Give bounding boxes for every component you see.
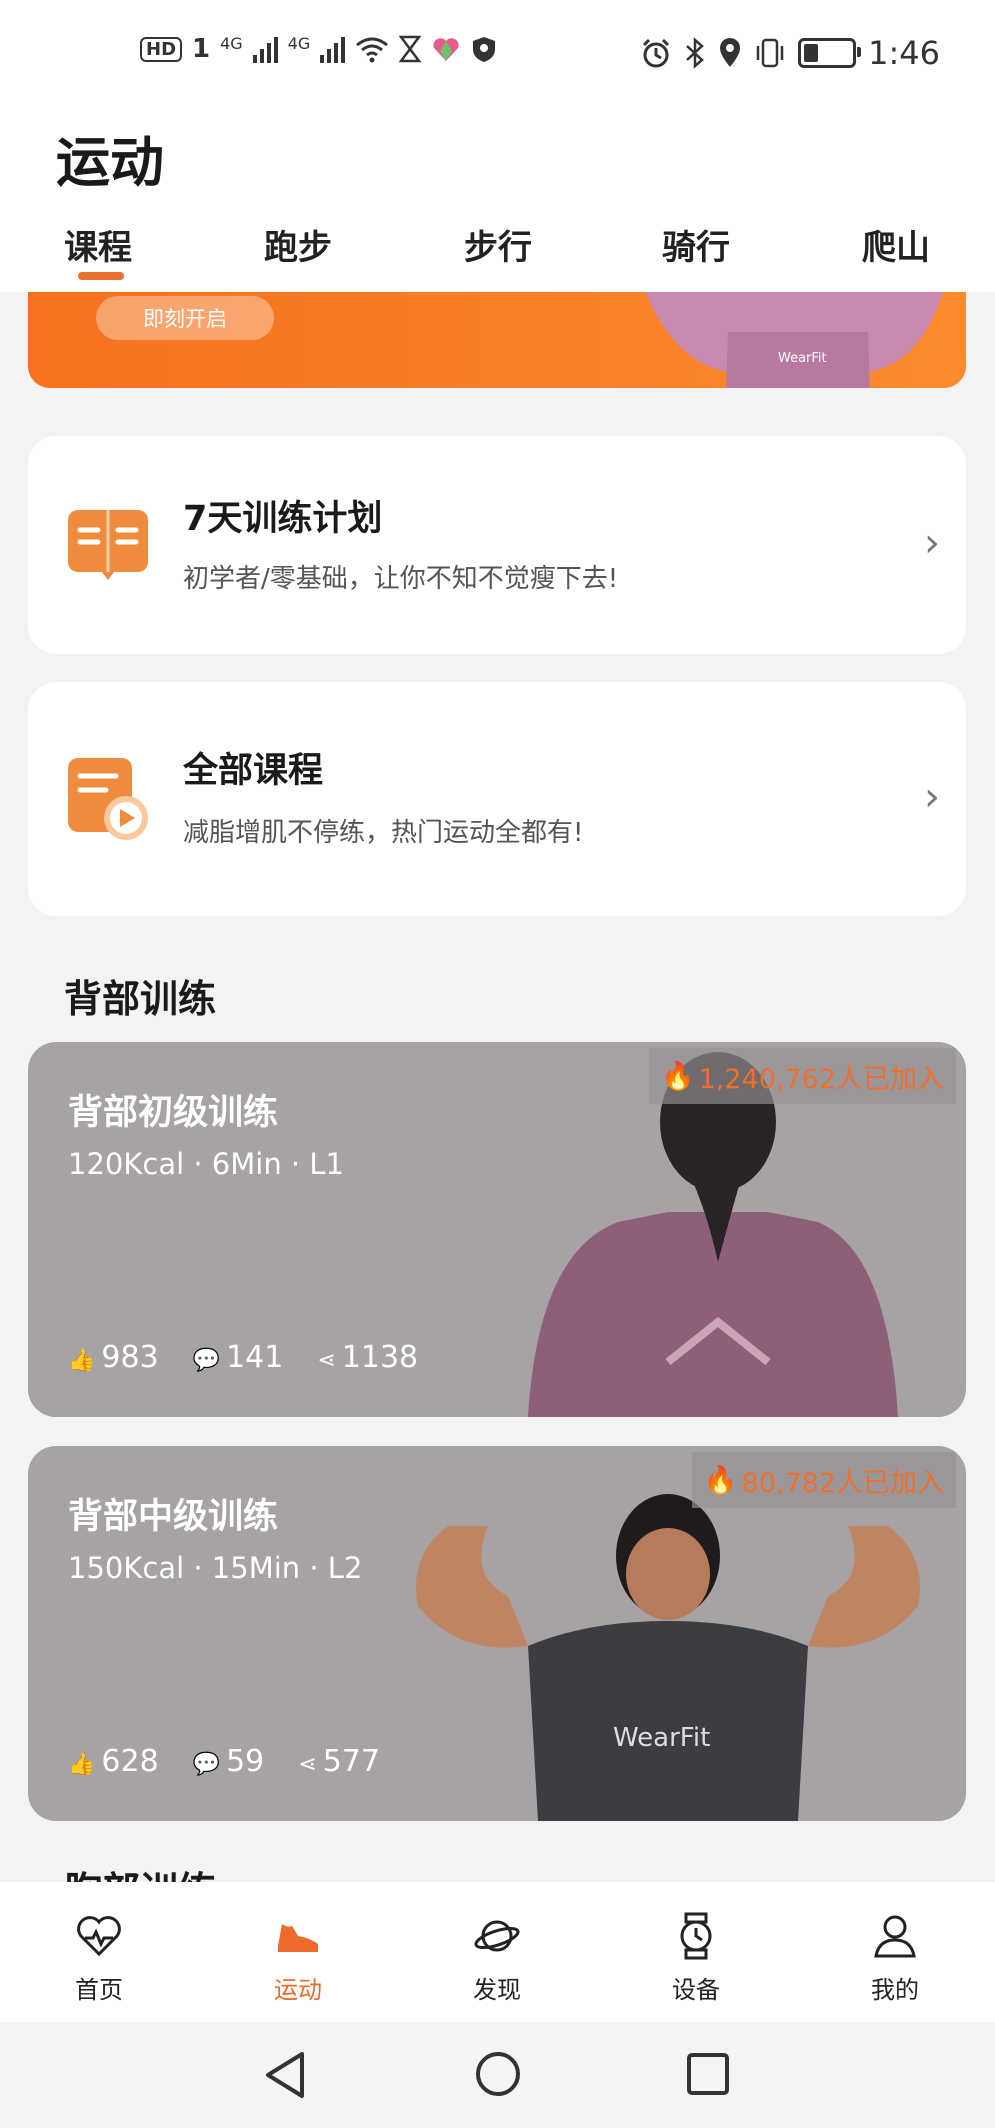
- nav-home[interactable]: 首页: [29, 1882, 169, 2022]
- workout-title: 背部初级训练: [68, 1093, 279, 1133]
- flame-icon: 🔥: [660, 1061, 695, 1092]
- recent-apps-icon[interactable]: [686, 2052, 730, 2096]
- card-subtitle: 减脂增肌不停练，热门运动全都有!: [183, 818, 584, 848]
- like-count: 983: [101, 1340, 159, 1375]
- joined-count-badge: 🔥 1,240,762人已加入: [648, 1048, 956, 1104]
- comment-count: 141: [226, 1340, 284, 1375]
- card-title: 7天训练计划: [183, 499, 383, 539]
- person-icon: [874, 1915, 916, 1958]
- like-stat[interactable]: 👍 628: [68, 1744, 159, 1779]
- nav-device[interactable]: 设备: [626, 1882, 766, 2022]
- network-type-2: 4G: [287, 34, 311, 53]
- chevron-right-icon: ›: [924, 520, 940, 566]
- workout-card-back-beginner[interactable]: 背部初级训练 120Kcal · 6Min · L1 🔥 1,240,762人已加…: [28, 1042, 966, 1417]
- tab-cycling[interactable]: 骑行: [662, 220, 730, 269]
- workout-meta: 120Kcal · 6Min · L1: [68, 1147, 344, 1181]
- share-stat[interactable]: ⋖ 1138: [317, 1340, 418, 1375]
- workout-stats: 👍 628 💬 59 ⋖ 577: [68, 1744, 380, 1779]
- status-time: 1:46: [868, 34, 940, 72]
- location-icon: [720, 38, 741, 67]
- nav-label: 发现: [473, 1976, 521, 2004]
- home-icon[interactable]: [474, 2050, 522, 2098]
- flame-icon: 🔥: [703, 1465, 738, 1496]
- shield-icon: [473, 37, 496, 62]
- comment-count: 59: [226, 1744, 265, 1779]
- all-courses-card[interactable]: 全部课程 减脂增肌不停练，热门运动全都有! ›: [28, 682, 966, 916]
- comment-icon: 💬: [192, 1752, 221, 1777]
- book-icon: [68, 510, 148, 580]
- share-count: 1138: [341, 1340, 419, 1375]
- hd-badge: HD: [140, 36, 183, 62]
- status-right: 1:46: [640, 34, 940, 72]
- nav-label: 我的: [871, 1976, 919, 2004]
- bluetooth-icon: [686, 37, 705, 69]
- nav-profile[interactable]: 我的: [825, 1882, 965, 2022]
- training-plan-card[interactable]: 7天训练计划 初学者/零基础，让你不知不觉瘦下去! ›: [28, 436, 966, 654]
- heart-pulse-icon: [77, 1916, 121, 1957]
- tab-running[interactable]: 跑步: [264, 220, 332, 269]
- vibrate-icon: [756, 38, 784, 68]
- banner-model-image: WearFit: [645, 292, 943, 388]
- nav-label: 运动: [274, 1976, 322, 2004]
- like-count: 628: [101, 1744, 159, 1779]
- start-now-button[interactable]: 即刻开启: [96, 296, 274, 340]
- signal-icon-2: [320, 35, 346, 63]
- tab-climbing[interactable]: 爬山: [862, 220, 930, 269]
- page-title: 运动: [56, 131, 164, 194]
- network-type-1: 4G: [220, 34, 243, 53]
- header: 运动 课程 跑步 步行 骑行 爬山: [0, 100, 995, 292]
- tab-courses[interactable]: 课程: [64, 220, 132, 269]
- joined-count: 1,240,762人已加入: [698, 1063, 944, 1095]
- comment-stat[interactable]: 💬 141: [193, 1340, 284, 1375]
- shirt-brand-text: WearFit: [613, 1723, 710, 1753]
- share-count: 577: [322, 1744, 380, 1779]
- back-icon[interactable]: [262, 2050, 308, 2100]
- nav-label: 首页: [75, 1976, 123, 2004]
- battery-icon: [798, 38, 862, 68]
- tab-walking[interactable]: 步行: [464, 220, 532, 269]
- section-title-chest: 胸部训练: [64, 1860, 216, 1882]
- watch-icon: [680, 1912, 712, 1960]
- card-subtitle: 初学者/零基础，让你不知不觉瘦下去!: [183, 564, 619, 594]
- share-stat[interactable]: ⋖ 577: [298, 1744, 380, 1779]
- sim-slot: 1: [192, 34, 211, 64]
- video-list-icon: [68, 758, 148, 840]
- workout-stats: 👍 983 💬 141 ⋖ 1138: [68, 1340, 418, 1375]
- comment-icon: 💬: [192, 1348, 221, 1373]
- shoe-icon: [278, 1924, 318, 1952]
- wifi-icon: [356, 37, 389, 63]
- joined-count: 80,782人已加入: [741, 1467, 944, 1499]
- planet-icon: [474, 1920, 520, 1952]
- nav-discover[interactable]: 发现: [427, 1882, 567, 2022]
- nav-sports[interactable]: 运动: [228, 1882, 368, 2022]
- chevron-right-icon: ›: [924, 774, 940, 820]
- workout-meta: 150Kcal · 15Min · L2: [68, 1551, 363, 1585]
- share-icon: ⋖: [298, 1752, 317, 1777]
- card-title: 全部课程: [183, 751, 324, 791]
- status-left: HD 1 4G 4G: [140, 34, 497, 64]
- system-nav-bar: [0, 2022, 995, 2128]
- signal-icon: [252, 35, 278, 63]
- alarm-icon: [643, 38, 670, 68]
- joined-count-badge: 🔥 80,782人已加入: [691, 1452, 956, 1508]
- thumbs-up-icon: 👍: [68, 1752, 96, 1777]
- banner-brand-text: WearFit: [778, 351, 827, 366]
- share-icon: ⋖: [317, 1348, 336, 1373]
- bottom-nav: 首页 运动 发现 设备 我的: [0, 1882, 995, 2022]
- section-title-back: 背部训练: [64, 977, 217, 1021]
- promo-banner[interactable]: 即刻开启 WearFit: [28, 292, 966, 388]
- comment-stat[interactable]: 💬 59: [193, 1744, 265, 1779]
- like-stat[interactable]: 👍 983: [68, 1340, 159, 1375]
- hourglass-icon: [399, 35, 422, 63]
- active-tab-indicator: [78, 272, 124, 280]
- workout-title: 背部中级训练: [68, 1497, 279, 1537]
- workout-card-back-intermediate[interactable]: WearFit 背部中级训练 150Kcal · 15Min · L2 🔥 80,…: [28, 1446, 966, 1821]
- status-bar: HD 1 4G 4G 1:46: [0, 0, 995, 100]
- nav-label: 设备: [672, 1976, 720, 2004]
- app-heart-icon: [433, 38, 459, 61]
- thumbs-up-icon: 👍: [68, 1348, 96, 1373]
